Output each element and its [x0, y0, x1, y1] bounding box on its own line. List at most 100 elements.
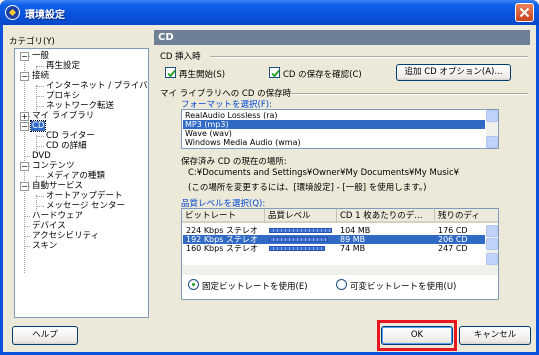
tree-item[interactable]: メッセージ センター: [45, 201, 126, 211]
collapse-icon[interactable]: −: [20, 72, 29, 81]
tree-connector: [36, 206, 44, 207]
size-cell: 74 MB: [340, 244, 366, 253]
tree-item[interactable]: インターネット / プライバシー: [45, 81, 148, 91]
checkmark-icon: [271, 69, 280, 78]
checkmark-icon: [167, 69, 176, 78]
quality-table-scrollbar[interactable]: [486, 225, 498, 265]
tree-connector: [36, 196, 44, 197]
variable-bitrate-label: 可変ビットレートを使用(U): [350, 282, 457, 292]
format-option[interactable]: Wave (wav): [183, 129, 485, 138]
tree-item[interactable]: アクセシビリティ: [31, 231, 100, 241]
tree-connector: [24, 216, 30, 217]
play-checkbox[interactable]: [165, 67, 176, 78]
format-option[interactable]: MP3 (mp3): [183, 120, 485, 129]
tree-item-label: アクセシビリティ: [32, 231, 100, 241]
collapse-icon[interactable]: −: [20, 162, 29, 171]
location-note: (この場所を変更するには、[環境設定] - [一般] を使用します。): [188, 183, 427, 193]
tree-item-label: プロキシ: [46, 91, 81, 101]
save-checkbox[interactable]: [269, 67, 280, 78]
tree-item[interactable]: メディアの種類: [45, 171, 106, 181]
scroll-down-button[interactable]: [486, 253, 498, 265]
format-option[interactable]: RealAudio Lossless (ra): [183, 111, 485, 120]
location-path: C:¥Documents and Settings¥Owner¥My Docum…: [188, 168, 460, 178]
tree-item-label: デバイス: [32, 221, 66, 231]
quality-table-header: ビットレート 品質レベル CD 1 枚あたりのデ... 残りのディ: [182, 209, 498, 223]
size-cell: 89 MB: [340, 235, 366, 244]
format-scrollbar[interactable]: [486, 110, 498, 148]
tree-connector: [36, 136, 44, 137]
additional-cd-options-button[interactable]: 追加 CD オプション(A)...: [396, 64, 511, 81]
scroll-thumb[interactable]: [486, 238, 498, 250]
tree-connector: [36, 146, 44, 147]
tree-item-label: CD の詳細: [46, 141, 87, 151]
tree-item-label: インターネット / プライバシー: [46, 81, 148, 91]
save-checkbox-label: CD の保存を確認(C): [283, 70, 362, 80]
radio-selected-dot: [192, 283, 195, 286]
tree-item[interactable]: マイ ライブラリ: [31, 111, 95, 121]
tree-item-label: 接続: [32, 71, 50, 81]
category-label: カテゴリ(Y): [9, 37, 55, 47]
collapse-icon[interactable]: −: [20, 52, 29, 61]
column-header-remaining[interactable]: 残りのディ: [435, 209, 498, 223]
quality-table[interactable]: ビットレート 品質レベル CD 1 枚あたりのデ... 残りのディ 固定ビットレ…: [181, 208, 499, 300]
column-header-quality[interactable]: 品質レベル: [265, 209, 337, 223]
close-button[interactable]: [515, 3, 534, 22]
section-divider: [210, 56, 528, 58]
tree-item[interactable]: 一般: [31, 51, 50, 61]
category-tree[interactable]: 一般−再生設定接続−インターネット / プライバシープロキシネットワーク転送マイ…: [14, 48, 149, 318]
tree-item[interactable]: CD の詳細: [45, 141, 88, 151]
tree-item-label: 自動サービス: [32, 181, 84, 191]
tree-item[interactable]: ハードウェア: [31, 211, 84, 221]
tree-item[interactable]: CD: [29, 120, 47, 132]
tree-item[interactable]: デバイス: [31, 221, 67, 231]
quality-level-bar: [269, 237, 328, 242]
scroll-down-button[interactable]: [486, 136, 498, 148]
quality-table-hscrollbar[interactable]: [182, 265, 498, 275]
tree-item[interactable]: コンテンツ: [31, 161, 76, 171]
tree-connector: [36, 66, 44, 67]
title-bar[interactable]: 環境設定: [0, 0, 539, 25]
collapse-icon[interactable]: −: [20, 182, 29, 191]
section-divider: [290, 93, 528, 95]
column-header-bitrate[interactable]: ビットレート: [182, 209, 265, 223]
fixed-bitrate-label: 固定ビットレートを使用(E): [202, 282, 308, 292]
help-button[interactable]: ヘルプ: [12, 326, 78, 345]
tree-item[interactable]: DVD: [31, 151, 52, 161]
close-icon: [519, 7, 530, 18]
bitrate-cell: 224 Kbps ステレオ: [186, 226, 258, 235]
tree-item[interactable]: ネットワーク転送: [45, 101, 115, 111]
quality-row[interactable]: 160 Kbps ステレオ 74 MB 247 CD: [183, 244, 485, 253]
scroll-up-button[interactable]: [486, 225, 498, 237]
variable-bitrate-radio[interactable]: [336, 279, 347, 290]
tree-item[interactable]: CD ライター: [45, 131, 96, 141]
tree-item[interactable]: 再生設定: [45, 61, 81, 71]
tree-connector: [36, 96, 44, 97]
cd-insert-section-label: CD 挿入時: [160, 52, 201, 62]
size-cell: 104 MB: [340, 226, 371, 235]
tree-item[interactable]: スキン: [31, 241, 58, 251]
quality-row[interactable]: 192 Kbps ステレオ 89 MB 206 CD: [183, 235, 485, 244]
tree-item-label: マイ ライブラリ: [32, 111, 95, 121]
cancel-button[interactable]: キャンセル: [459, 326, 531, 345]
collapse-icon[interactable]: −: [20, 122, 29, 131]
tree-item[interactable]: 自動サービス: [31, 181, 84, 191]
tree-item[interactable]: プロキシ: [45, 91, 81, 101]
format-listbox[interactable]: RealAudio Lossless (ra) MP3 (mp3) Wave (wa…: [181, 109, 499, 149]
quality-row[interactable]: 224 Kbps ステレオ 104 MB 176 CD: [183, 226, 485, 235]
tree-connector: [36, 195, 37, 211]
column-header-size[interactable]: CD 1 枚あたりのデ...: [337, 209, 435, 223]
tree-connector: [36, 85, 37, 111]
tree-item-label: スキン: [32, 241, 58, 251]
play-checkbox-label: 再生開始(S): [179, 70, 226, 80]
tree-item[interactable]: オートアップデート: [45, 191, 124, 201]
scroll-up-button[interactable]: [486, 110, 498, 122]
expand-icon[interactable]: +: [20, 112, 29, 121]
tree-connector: [36, 135, 37, 151]
fixed-bitrate-radio[interactable]: [188, 279, 199, 290]
format-option[interactable]: Windows Media Audio (wma): [183, 138, 485, 147]
tree-item[interactable]: 接続: [31, 71, 50, 81]
tree-item-label: 一般: [32, 51, 50, 61]
remaining-cell: 247 CD: [438, 244, 468, 253]
tree-item-label: メディアの種類: [46, 171, 105, 181]
tree-item-label: 再生設定: [46, 61, 81, 71]
